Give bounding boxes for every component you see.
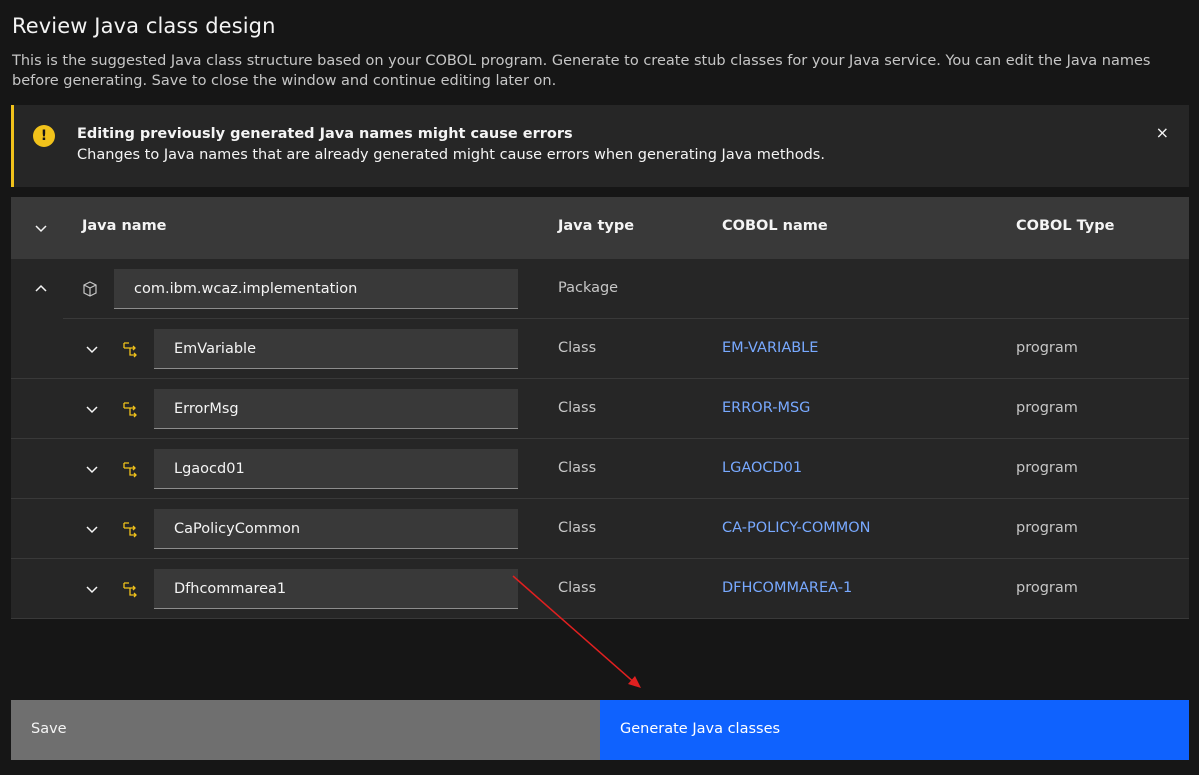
generate-java-classes-button[interactable]: Generate Java classes: [600, 700, 1189, 760]
class-rows: Class EM-VARIABLE program Class ERROR-MS…: [11, 319, 1189, 619]
chevron-down-icon[interactable]: [84, 341, 100, 357]
class-name-input[interactable]: [154, 569, 518, 609]
notification-title: Editing previously generated Java names …: [77, 126, 573, 142]
close-icon[interactable]: ×: [1156, 123, 1169, 142]
class-hierarchy-icon: [121, 400, 139, 418]
package-name-input[interactable]: [114, 269, 518, 309]
java-type-cell: Class: [558, 340, 597, 356]
package-java-type: Package: [558, 280, 619, 296]
class-name-input[interactable]: [154, 389, 518, 429]
warning-notification: ! Editing previously generated Java name…: [11, 105, 1189, 187]
notification-subtitle: Changes to Java names that are already g…: [77, 147, 825, 163]
cobol-type-cell: program: [1016, 340, 1078, 356]
package-row: Package: [11, 259, 1189, 319]
header-java-type: Java type: [558, 218, 635, 234]
page-description: This is the suggested Java class structu…: [12, 53, 1151, 89]
header-cobol-name: COBOL name: [722, 218, 828, 234]
chevron-up-icon[interactable]: [33, 281, 49, 297]
java-class-table: Java name Java type COBOL name COBOL Typ…: [11, 197, 1189, 619]
cobol-type-cell: program: [1016, 580, 1078, 596]
table-header: Java name Java type COBOL name COBOL Typ…: [11, 197, 1189, 259]
chevron-down-icon[interactable]: [84, 461, 100, 477]
class-name-input[interactable]: [154, 329, 518, 369]
cobol-type-cell: program: [1016, 520, 1078, 536]
row-divider: [11, 618, 1189, 619]
save-button[interactable]: Save: [11, 700, 600, 760]
java-type-cell: Class: [558, 580, 597, 596]
chevron-down-icon[interactable]: [84, 521, 100, 537]
page-title: Review Java class design: [12, 14, 276, 38]
header-cobol-type: COBOL Type: [1016, 218, 1115, 234]
table-row: Class ERROR-MSG program: [11, 379, 1189, 439]
java-type-cell: Class: [558, 400, 597, 416]
cobol-type-cell: program: [1016, 400, 1078, 416]
table-row: Class CA-POLICY-COMMON program: [11, 499, 1189, 559]
package-icon: [81, 280, 99, 298]
cobol-name-link[interactable]: CA-POLICY-COMMON: [722, 520, 871, 536]
table-row: Class LGAOCD01 program: [11, 439, 1189, 499]
java-type-cell: Class: [558, 460, 597, 476]
cobol-type-cell: program: [1016, 460, 1078, 476]
class-name-input[interactable]: [154, 509, 518, 549]
cobol-name-link[interactable]: DFHCOMMAREA-1: [722, 580, 852, 596]
class-hierarchy-icon: [121, 340, 139, 358]
class-hierarchy-icon: [121, 460, 139, 478]
java-type-cell: Class: [558, 520, 597, 536]
class-hierarchy-icon: [121, 520, 139, 538]
expand-all-chevron-down-icon[interactable]: [33, 220, 49, 236]
cobol-name-link[interactable]: LGAOCD01: [722, 460, 802, 476]
table-row: Class EM-VARIABLE program: [11, 319, 1189, 379]
cobol-name-link[interactable]: ERROR-MSG: [722, 400, 810, 416]
warning-icon: !: [33, 125, 55, 147]
chevron-down-icon[interactable]: [84, 401, 100, 417]
cobol-name-link[interactable]: EM-VARIABLE: [722, 340, 818, 356]
chevron-down-icon[interactable]: [84, 581, 100, 597]
header-java-name: Java name: [82, 218, 167, 234]
class-hierarchy-icon: [121, 580, 139, 598]
class-name-input[interactable]: [154, 449, 518, 489]
table-row: Class DFHCOMMAREA-1 program: [11, 559, 1189, 619]
